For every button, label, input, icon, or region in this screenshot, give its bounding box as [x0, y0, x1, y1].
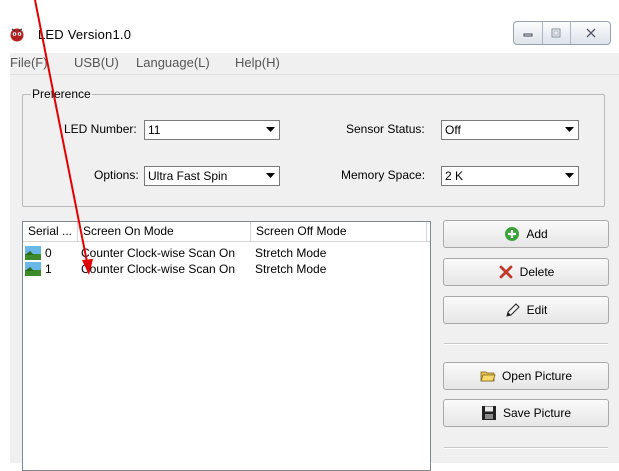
led-number-label: LED Number: — [64, 122, 137, 136]
edit-label: Edit — [526, 303, 548, 317]
app-icon — [10, 28, 24, 42]
add-button[interactable]: Add — [443, 220, 609, 248]
chevron-down-icon — [561, 168, 577, 184]
sensor-status-value: Off — [445, 123, 461, 137]
picture-list[interactable]: Serial ... Screen On Mode Screen Off Mod… — [22, 221, 431, 471]
client-area: Preference LED Number: 11 Sensor Status:… — [10, 75, 619, 471]
list-header: Serial ... Screen On Mode Screen Off Mod… — [23, 222, 430, 242]
close-icon — [586, 28, 596, 38]
menu-bar: File(F) USB(U) Language(L) Help(H) — [10, 53, 619, 75]
options-label: Options: — [94, 168, 139, 182]
window-title: LED Version1.0 — [38, 27, 132, 42]
table-row[interactable]: 0 Counter Clock-wise Scan On Stretch Mod… — [23, 245, 430, 261]
delete-button[interactable]: Delete — [443, 258, 609, 286]
row-on-mode: Counter Clock-wise Scan On — [81, 246, 236, 260]
chevron-down-icon — [262, 122, 278, 138]
led-number-value: 11 — [148, 123, 161, 137]
title-bar: LED Version1.0 — [0, 0, 619, 52]
save-disk-icon — [481, 406, 496, 420]
preference-group: Preference LED Number: 11 Sensor Status:… — [22, 87, 605, 207]
menu-help[interactable]: Help(H) — [235, 55, 280, 70]
separator — [444, 343, 608, 345]
column-screen-on-mode[interactable]: Screen On Mode — [78, 222, 251, 241]
add-label: Add — [526, 227, 548, 241]
menu-language[interactable]: Language(L) — [136, 55, 210, 70]
row-off-mode: Stretch Mode — [255, 262, 327, 276]
close-button[interactable] — [571, 22, 610, 44]
folder-open-icon — [480, 371, 496, 382]
picture-thumbnail-icon — [25, 262, 41, 276]
save-picture-button[interactable]: Save Picture — [443, 399, 609, 427]
row-serial: 0 — [45, 246, 52, 260]
delete-icon — [499, 265, 513, 279]
options-value: Ultra Fast Spin — [148, 169, 228, 183]
menu-usb[interactable]: USB(U) — [74, 55, 119, 70]
edit-button[interactable]: Edit — [443, 296, 609, 324]
options-select[interactable]: Ultra Fast Spin — [144, 166, 280, 186]
open-picture-button[interactable]: Open Picture — [443, 362, 609, 390]
memory-space-value: 2 K — [445, 169, 464, 183]
maximize-icon — [551, 28, 561, 38]
maximize-button[interactable] — [543, 22, 572, 44]
add-icon — [505, 227, 520, 241]
column-screen-off-mode[interactable]: Screen Off Mode — [251, 222, 427, 241]
table-row[interactable]: 1 Counter Clock-wise Scan On Stretch Mod… — [23, 261, 430, 277]
minimize-icon — [523, 33, 533, 37]
preference-title: Preference — [31, 87, 92, 101]
separator — [444, 447, 608, 449]
chevron-down-icon — [262, 168, 278, 184]
menu-file[interactable]: File(F) — [10, 55, 48, 70]
row-serial: 1 — [45, 262, 52, 276]
save-picture-label: Save Picture — [502, 406, 572, 420]
column-serial[interactable]: Serial ... — [23, 222, 78, 241]
chevron-down-icon — [561, 122, 577, 138]
row-on-mode: Counter Clock-wise Scan On — [81, 262, 236, 276]
picture-thumbnail-icon — [25, 246, 41, 260]
sensor-status-select[interactable]: Off — [441, 120, 579, 140]
window-controls — [513, 21, 611, 45]
open-picture-label: Open Picture — [501, 369, 573, 383]
sensor-status-label: Sensor Status: — [346, 122, 425, 136]
delete-label: Delete — [519, 265, 555, 279]
led-number-select[interactable]: 11 — [144, 120, 280, 140]
row-off-mode: Stretch Mode — [255, 246, 327, 260]
pencil-icon — [505, 303, 520, 317]
memory-space-select[interactable]: 2 K — [441, 166, 579, 186]
minimize-button[interactable] — [514, 22, 543, 44]
memory-space-label: Memory Space: — [341, 168, 426, 182]
